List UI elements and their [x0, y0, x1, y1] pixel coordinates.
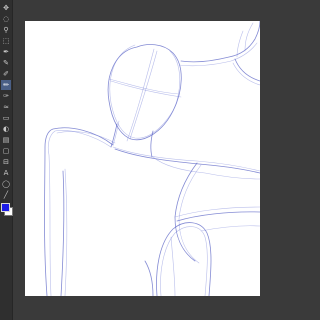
move-icon: ✥	[3, 3, 9, 12]
sketch-stroke	[170, 236, 176, 296]
sketch-stroke	[180, 21, 260, 63]
sketch-stroke	[200, 225, 260, 232]
sketch-stroke	[126, 48, 155, 142]
sketch-drawing	[44, 21, 260, 296]
brush-icon: ✐	[3, 69, 9, 78]
balloon-icon: ◯	[2, 179, 10, 188]
shape-tool[interactable]: ▢	[1, 146, 11, 156]
sketch-stroke	[178, 164, 202, 264]
sketch-stroke	[156, 222, 212, 296]
drawing-canvas[interactable]	[25, 21, 260, 296]
eyedropper-tool[interactable]: ✎	[1, 58, 11, 68]
airbrush-icon: ✑	[3, 91, 9, 100]
zoom-tool[interactable]: ⚲	[1, 25, 11, 35]
shape-icon: ▢	[2, 146, 10, 155]
fill-tool[interactable]: ◐	[1, 124, 11, 134]
sketch-stroke	[64, 168, 68, 296]
zoom-icon: ⚲	[3, 25, 9, 34]
sketch-stroke	[129, 50, 158, 140]
blend-tool[interactable]: ≈	[1, 102, 11, 112]
sketch-stroke	[160, 226, 208, 296]
line-icon: ╱	[3, 190, 9, 199]
app-window: ✥ ◌ ⚲ ⬚ ✒ ✎ ✐ ✏ ✑ ≈ ▭ ◐ ▤ ▢ ⊟ A ◯ ╱	[0, 0, 260, 320]
eraser-tool[interactable]: ▭	[1, 113, 11, 123]
text-tool[interactable]: A	[1, 168, 11, 178]
gradient-icon: ▤	[2, 135, 10, 144]
eyedropper-icon: ✎	[3, 58, 9, 67]
rect-select-tool[interactable]: ⬚	[1, 36, 11, 46]
rect-select-icon: ⬚	[2, 36, 10, 45]
move-tool[interactable]: ✥	[1, 3, 11, 13]
lasso-tool[interactable]: ◌	[1, 14, 11, 24]
blend-icon: ≈	[3, 102, 9, 111]
sketch-stroke	[112, 146, 260, 172]
lasso-icon: ◌	[2, 14, 10, 23]
airbrush-tool[interactable]: ✑	[1, 91, 11, 101]
pencil-tool[interactable]: ✏	[1, 80, 11, 90]
eraser-icon: ▭	[2, 113, 10, 122]
gradient-tool[interactable]: ▤	[1, 135, 11, 145]
foreground-color-swatch[interactable]	[1, 203, 10, 212]
brush-tool[interactable]: ✐	[1, 69, 11, 79]
ruler-tool[interactable]: ⊟	[1, 157, 11, 167]
sketch-stroke	[56, 131, 116, 144]
balloon-tool[interactable]: ◯	[1, 179, 11, 189]
text-icon: A	[3, 168, 9, 177]
sketch-stroke	[234, 58, 260, 82]
sketch-stroke	[60, 170, 65, 296]
line-tool[interactable]: ╱	[1, 190, 11, 200]
color-wells[interactable]	[1, 203, 13, 216]
tool-palette: ✥ ◌ ⚲ ⬚ ✒ ✎ ✐ ✏ ✑ ≈ ▭ ◐ ▤ ▢ ⊟ A ◯ ╱	[0, 0, 13, 320]
pen-icon: ✒	[3, 47, 9, 56]
sketch-stroke	[110, 123, 118, 148]
pencil-icon: ✏	[3, 80, 9, 89]
ruler-icon: ⊟	[3, 157, 9, 166]
sketch-stroke	[44, 127, 114, 296]
sketch-stroke	[174, 162, 198, 262]
workspace	[13, 0, 260, 320]
fill-icon: ◐	[2, 124, 10, 133]
sketch-stroke	[144, 260, 154, 296]
sketch-stroke	[47, 130, 112, 296]
pen-tool[interactable]: ✒	[1, 47, 11, 57]
sketch-stroke	[114, 148, 260, 174]
